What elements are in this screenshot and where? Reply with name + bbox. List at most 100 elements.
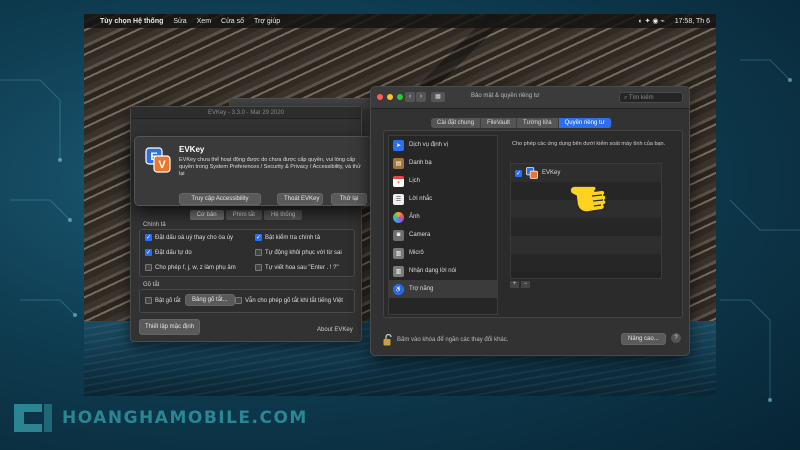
- tab-system[interactable]: Hệ thống: [263, 210, 303, 220]
- menu-item-help[interactable]: Trợ giúp: [254, 18, 280, 25]
- menu-item-window[interactable]: Cửa sổ: [221, 18, 244, 25]
- window-title: Bảo mật & quyền riêng tư: [471, 93, 540, 99]
- sidebar-item-microphone[interactable]: ▥ Micrô: [389, 244, 497, 262]
- checkbox[interactable]: [255, 264, 262, 271]
- spelling-group-label: Chính tả: [143, 222, 166, 228]
- calendar-icon: ▪: [393, 175, 404, 187]
- svg-text:V: V: [158, 159, 166, 171]
- about-evkey-link[interactable]: About EVKey: [317, 327, 353, 333]
- checkbox[interactable]: [255, 249, 262, 256]
- help-button[interactable]: ?: [671, 333, 681, 343]
- tab-basic[interactable]: Cơ bản: [189, 210, 224, 220]
- evkey-app-icon: E V: [145, 147, 171, 173]
- menu-app-name[interactable]: Tùy chọn Hệ thống: [100, 18, 163, 25]
- camera-icon: ◙: [393, 229, 404, 241]
- privacy-panel: ➤ Dịch vụ định vị ▤ Danh bạ ▪ Lịch ☰ Lời…: [383, 130, 683, 318]
- check-label: Bật gõ tắt: [155, 297, 181, 304]
- tab-general[interactable]: Cài đặt chung: [431, 118, 482, 128]
- defaults-button[interactable]: Thiết lập mặc định: [139, 319, 201, 335]
- list-item: [511, 218, 661, 236]
- check-fjwz[interactable]: Cho phép f, j, w, z làm phụ âm: [145, 264, 236, 271]
- mac-screen: Tùy chọn Hệ thống Sửa Xem Cửa sổ Trợ giú…: [84, 14, 716, 396]
- search-input[interactable]: ⌕ Tìm kiếm: [619, 92, 683, 103]
- tab-filevault[interactable]: FileVault: [481, 118, 517, 128]
- checkbox[interactable]: ✓: [515, 169, 522, 177]
- check-label: Đặt dấu oà uý thay cho òa úy: [155, 234, 234, 241]
- sidebar-item-label: Dịch vụ định vị: [409, 142, 449, 148]
- remove-app-button[interactable]: −: [521, 281, 530, 288]
- sidebar-item-label: Micrô: [409, 250, 424, 256]
- tab-firewall[interactable]: Tường lửa: [516, 118, 559, 128]
- retry-button[interactable]: Thử lại: [331, 193, 367, 205]
- check-free-tone[interactable]: ✓ Đặt dấu tự do: [145, 249, 192, 256]
- sidebar-item-label: Lịch: [409, 178, 421, 184]
- check-enable-shortcut[interactable]: Bật gõ tắt: [145, 297, 181, 304]
- menu-item-view[interactable]: Xem: [197, 18, 211, 25]
- close-button[interactable]: [377, 94, 383, 100]
- sidebar-item-camera[interactable]: ◙ Camera: [389, 226, 497, 244]
- check-spellcheck[interactable]: ✓ Bật kiểm tra chính tả: [255, 234, 320, 241]
- check-shortcut-when-off[interactable]: Vẫn cho phép gõ tắt khi tắt tiếng Việt: [235, 297, 343, 304]
- alert-message: EVKey chưa thể hoạt động được do chưa đư…: [179, 157, 361, 177]
- check-label: Cho phép f, j, w, z làm phụ âm: [155, 264, 236, 271]
- sidebar-item-location[interactable]: ➤ Dịch vụ định vị: [389, 136, 497, 154]
- sidebar-item-contacts[interactable]: ▤ Danh bạ: [389, 154, 497, 172]
- quit-evkey-button[interactable]: Thoát EVKey: [277, 193, 323, 205]
- lock-text: Bấm vào khóa để ngăn các thay đổi khác.: [397, 337, 509, 343]
- security-privacy-window: ‹ › ▦ Bảo mật & quyền riêng tư ⌕ Tìm kiế…: [370, 86, 690, 356]
- privacy-category-list: ➤ Dịch vụ định vị ▤ Danh bạ ▪ Lịch ☰ Lời…: [388, 135, 498, 315]
- check-auto-restore[interactable]: Tự động khôi phục với từ sai: [255, 249, 342, 256]
- add-remove-controls: + −: [510, 281, 530, 288]
- menu-clock[interactable]: 17:58, Th 6: [675, 18, 716, 25]
- checkbox[interactable]: ✓: [255, 234, 262, 241]
- reminders-icon: ☰: [393, 193, 404, 205]
- microphone-icon: ▥: [393, 247, 404, 259]
- nav-buttons: ‹ ›: [405, 92, 426, 102]
- add-app-button[interactable]: +: [510, 281, 519, 288]
- sidebar-item-label: Nhận dạng lời nói: [409, 268, 457, 274]
- checkbox[interactable]: ✓: [145, 249, 152, 256]
- contacts-icon: ▤: [393, 157, 404, 169]
- sidebar-item-label: Camera: [409, 232, 431, 238]
- menu-bar: Tùy chọn Hệ thống Sửa Xem Cửa sổ Trợ giú…: [84, 14, 716, 28]
- evkey-title: EVKey - 3.3.0 - Mar 29 2020: [131, 107, 361, 119]
- list-item: [511, 236, 661, 254]
- sidebar-item-accessibility[interactable]: ♿ Trợ năng: [389, 280, 497, 298]
- check-label: Vẫn cho phép gõ tắt khi tắt tiếng Việt: [245, 297, 343, 304]
- check-oa-uy[interactable]: ✓ Đặt dấu oà uý thay cho òa úy: [145, 234, 233, 241]
- zoom-button[interactable]: [397, 94, 403, 100]
- lock-row: Bấm vào khóa để ngăn các thay đổi khác.: [383, 334, 508, 346]
- evkey-app-icon: [526, 167, 538, 179]
- menu-item-edit[interactable]: Sửa: [173, 18, 186, 25]
- back-arrow-icon[interactable]: ‹: [405, 92, 415, 102]
- permission-description: Cho phép các ứng dụng bên dưới kiểm soát…: [512, 141, 666, 147]
- lock-open-icon[interactable]: [383, 334, 393, 346]
- shortcut-group-label: Gõ tắt: [143, 282, 160, 288]
- checkbox[interactable]: [145, 297, 152, 304]
- check-label: Tự viết hoa sau "Enter . ! ?": [265, 264, 339, 271]
- minimize-button[interactable]: [387, 94, 393, 100]
- check-label: Đặt dấu tự do: [155, 249, 192, 256]
- checkbox[interactable]: ✓: [145, 234, 152, 241]
- sidebar-item-label: Trợ năng: [409, 286, 434, 292]
- sidebar-item-speech[interactable]: ▥ Nhận dạng lời nói: [389, 262, 497, 280]
- evkey-tabs: Cơ bản Phím tắt Hệ thống: [131, 210, 361, 220]
- checkbox[interactable]: [145, 264, 152, 271]
- tab-shortcuts[interactable]: Phím tắt: [225, 210, 262, 220]
- sidebar-item-calendar[interactable]: ▪ Lịch: [389, 172, 497, 190]
- shortcut-table-button[interactable]: Bảng gõ tắt...: [185, 294, 235, 306]
- sidebar-item-label: Lời nhắc: [409, 196, 433, 202]
- sidebar-item-label: Ảnh: [409, 214, 420, 220]
- open-accessibility-button[interactable]: Truy cập Accessibility: [179, 193, 261, 205]
- speech-icon: ▥: [393, 265, 404, 277]
- sidebar-item-photos[interactable]: Ảnh: [389, 208, 497, 226]
- show-all-grid-icon[interactable]: ▦: [431, 92, 445, 102]
- menubar-status-icons[interactable]: ◐ ✦ ◉ ⌁: [638, 17, 664, 25]
- tab-privacy[interactable]: Quyền riêng tư: [558, 118, 612, 128]
- checkbox[interactable]: [235, 297, 242, 304]
- forward-arrow-icon[interactable]: ›: [416, 92, 426, 102]
- check-auto-capitalize[interactable]: Tự viết hoa sau "Enter . ! ?": [255, 264, 339, 271]
- permission-alert: E V EVKey EVKey chưa thể hoạt động được …: [134, 136, 372, 206]
- advanced-button[interactable]: Nâng cao...: [621, 333, 666, 345]
- sidebar-item-reminders[interactable]: ☰ Lời nhắc: [389, 190, 497, 208]
